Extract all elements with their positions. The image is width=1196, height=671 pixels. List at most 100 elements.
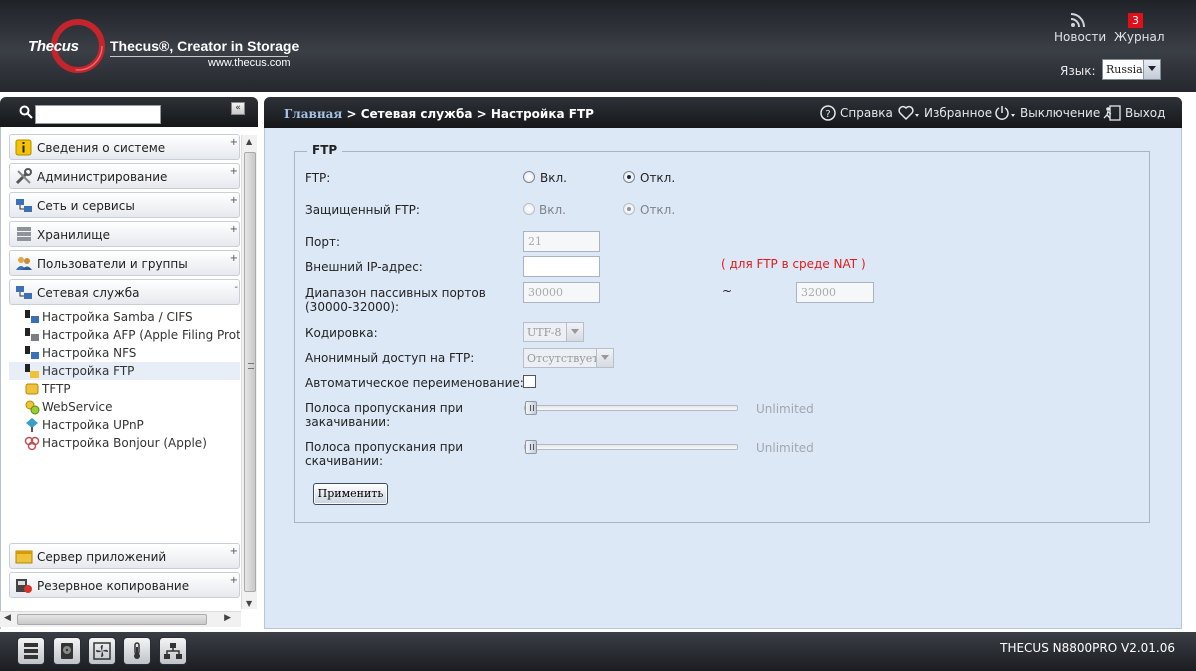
chevron-down-icon[interactable] (566, 323, 583, 341)
sidebar-item-backup[interactable]: Резервное копирование + (9, 572, 240, 598)
chevron-down-icon[interactable] (596, 349, 613, 367)
sidebar-item-app-server[interactable]: Сервер приложений + (9, 543, 240, 569)
scroll-right-icon[interactable]: ▶ (224, 613, 231, 623)
chevron-down-icon[interactable] (1143, 60, 1160, 79)
auto-rename-checkbox[interactable] (523, 375, 536, 388)
favorites-button[interactable]: Избранное (898, 105, 992, 121)
sidebar-item-users-groups[interactable]: Пользователи и группы + (9, 250, 240, 276)
sidebar-subitem-label: Настройка Bonjour (Apple) (42, 436, 207, 450)
anonymous-access-label: Анонимный доступ на FTP: (305, 351, 475, 365)
temperature-icon (134, 642, 140, 659)
scroll-left-icon[interactable]: ◀ (4, 613, 11, 623)
ftp-fieldset-legend: FTP (307, 143, 343, 157)
secure-ftp-on-label: Вкл. (539, 203, 566, 217)
fan-button[interactable] (88, 637, 116, 665)
external-ip-label: Внешний IP-адрес: (305, 260, 423, 274)
sidebar-item-administration[interactable]: Администрирование + (9, 163, 240, 189)
backup-icon (16, 579, 32, 593)
sidebar-subitem-tftp[interactable]: TFTP (9, 380, 240, 398)
news-button[interactable]: Новости (1054, 12, 1106, 44)
expand-icon[interactable]: + (230, 195, 238, 206)
scroll-down-icon[interactable]: ▼ (246, 599, 252, 608)
anonymous-access-select[interactable]: Отсутствует (523, 348, 614, 368)
server-status-button[interactable] (17, 637, 45, 665)
download-bandwidth-label: Полоса пропускания при скачивании: (305, 440, 463, 468)
expand-icon[interactable]: + (230, 166, 238, 177)
help-icon: ? (820, 105, 836, 121)
ftp-icon (25, 364, 39, 378)
scroll-up-icon[interactable]: ▲ (246, 137, 252, 146)
encoding-select[interactable]: UTF-8 (523, 322, 584, 342)
temperature-button[interactable] (123, 637, 151, 665)
sidebar-horizontal-scrollbar[interactable]: ◀ ▶ (0, 611, 241, 627)
slider-handle[interactable] (525, 401, 537, 415)
sidebar-subitem-label: TFTP (42, 382, 71, 396)
secure-ftp-off-label: Откл. (640, 203, 676, 217)
shutdown-button[interactable]: Выключение (994, 105, 1100, 121)
expand-icon[interactable]: + (230, 253, 238, 264)
sidebar-subitem-upnp[interactable]: Настройка UPnP (9, 416, 240, 434)
secure-ftp-off-radio[interactable] (623, 203, 635, 215)
sidebar-vertical-scrollbar[interactable]: ▲ ▼ (241, 135, 257, 609)
sidebar-subitem-label: Настройка FTP (42, 364, 135, 378)
search-input[interactable] (35, 105, 161, 124)
expand-icon[interactable]: + (230, 224, 238, 235)
ftp-off-radio[interactable] (623, 171, 635, 183)
passive-port-from-input[interactable]: 30000 (523, 282, 600, 303)
network-topology-button[interactable] (159, 637, 187, 665)
sidebar-subitem-webservice[interactable]: WebService (9, 398, 240, 416)
collapse-icon[interactable]: - (234, 282, 238, 293)
sidebar-item-network[interactable]: Сеть и сервисы + (9, 192, 240, 218)
breadcrumb-path: > Сетевая служба > Настройка FTP (342, 107, 594, 121)
passive-ports-label-line1: Диапазон пассивных портов (305, 286, 486, 300)
port-label: Порт: (305, 235, 341, 249)
sidebar-item-storage[interactable]: Хранилище + (9, 221, 240, 247)
expand-icon[interactable]: + (230, 546, 238, 557)
language-value: Russia (1106, 63, 1143, 76)
sidebar-subitem-bonjour[interactable]: Настройка Bonjour (Apple) (9, 434, 240, 452)
logo-brand: Thecus (28, 38, 79, 55)
sidebar-subitem-nfs[interactable]: Настройка NFS (9, 344, 240, 362)
network-service-icon (16, 286, 32, 299)
rss-icon (1070, 13, 1085, 28)
sidebar-item-label: Сетевая служба (37, 286, 140, 300)
upload-bandwidth-label-line1: Полоса пропускания при (305, 401, 464, 415)
port-input[interactable]: 21 (523, 231, 600, 252)
journal-count-badge: 3 (1128, 13, 1143, 28)
collapse-sidebar-button[interactable]: « (231, 102, 245, 115)
language-select[interactable]: Russia (1102, 59, 1161, 80)
apply-button[interactable]: Применить (313, 483, 388, 505)
logout-button[interactable]: Выход (1103, 105, 1165, 121)
upload-bandwidth-slider[interactable] (524, 401, 738, 415)
ftp-on-radio[interactable] (523, 171, 535, 183)
encoding-value: UTF-8 (527, 326, 562, 339)
fan-icon (93, 642, 111, 660)
passive-range-separator: ~ (722, 284, 733, 298)
passive-ports-label-line2: (30000-32000): (305, 300, 400, 314)
shutdown-label: Выключение (1020, 106, 1101, 120)
disk-button[interactable] (53, 637, 81, 665)
passive-port-to-input[interactable]: 32000 (796, 282, 874, 303)
scroll-thumb[interactable] (244, 152, 256, 592)
slider-handle[interactable] (525, 440, 537, 454)
sidebar-item-label: Резервное копирование (37, 579, 190, 593)
network-icon (16, 199, 32, 212)
sidebar-item-network-service[interactable]: Сетевая служба - (9, 279, 240, 305)
sidebar-subitem-ftp[interactable]: Настройка FTP (9, 362, 240, 380)
sidebar-item-system-info[interactable]: Сведения о системе + (9, 134, 240, 160)
download-bandwidth-slider[interactable] (524, 440, 738, 454)
breadcrumb-home-link[interactable]: Главная (284, 107, 342, 121)
tools-icon (15, 168, 32, 185)
expand-icon[interactable]: + (230, 575, 238, 586)
scroll-thumb[interactable] (17, 614, 207, 625)
expand-icon[interactable]: + (230, 137, 238, 148)
power-icon (995, 106, 1015, 120)
sidebar-subitem-samba[interactable]: Настройка Samba / CIFS (9, 308, 240, 326)
sidebar-subitem-afp[interactable]: Настройка AFP (Apple Filing Protocol) (9, 326, 240, 344)
webservice-icon (25, 400, 40, 415)
upload-bandwidth-label: Полоса пропускания при закачивании: (305, 401, 463, 429)
sidebar-subitem-label: Настройка Samba / CIFS (42, 310, 193, 324)
external-ip-input[interactable] (523, 256, 600, 277)
help-button[interactable]: ? Справка (820, 105, 893, 121)
secure-ftp-on-radio[interactable] (523, 203, 535, 215)
